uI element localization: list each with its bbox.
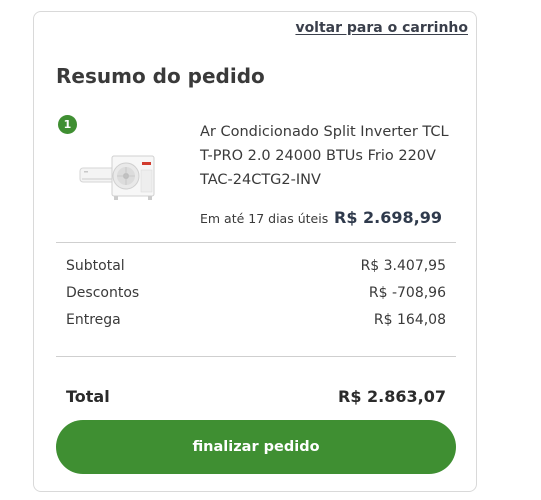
shipping-row: Entrega R$ 164,08 bbox=[66, 312, 446, 328]
subtotal-label: Subtotal bbox=[66, 258, 125, 274]
item-price: R$ 2.698,99 bbox=[334, 208, 442, 227]
total-label: Total bbox=[66, 387, 110, 406]
subtotal-row: Subtotal R$ 3.407,95 bbox=[66, 258, 446, 274]
total-value: R$ 2.863,07 bbox=[338, 387, 446, 406]
checkout-button[interactable]: finalizar pedido bbox=[56, 420, 456, 474]
back-to-cart-link[interactable]: voltar para o carrinho bbox=[295, 20, 468, 36]
discount-row: Descontos R$ -708,96 bbox=[66, 285, 446, 301]
divider bbox=[56, 356, 456, 357]
discount-label: Descontos bbox=[66, 285, 140, 301]
total-row: Total R$ 2.863,07 bbox=[66, 387, 446, 406]
page-title: Resumo do pedido bbox=[56, 64, 265, 88]
quantity-badge: 1 bbox=[58, 115, 77, 134]
divider bbox=[56, 242, 456, 243]
discount-value: R$ -708,96 bbox=[368, 285, 446, 301]
delivery-estimate: Em até 17 dias úteis bbox=[200, 211, 329, 226]
product-name[interactable]: Ar Condicionado Split Inverter TCL T-PRO… bbox=[200, 120, 450, 192]
shipping-label: Entrega bbox=[66, 312, 121, 328]
order-summary-card: voltar para o carrinho Resumo do pedido … bbox=[33, 11, 477, 492]
subtotal-value: R$ 3.407,95 bbox=[360, 258, 446, 274]
product-image bbox=[79, 155, 155, 200]
shipping-value: R$ 164,08 bbox=[373, 312, 446, 328]
